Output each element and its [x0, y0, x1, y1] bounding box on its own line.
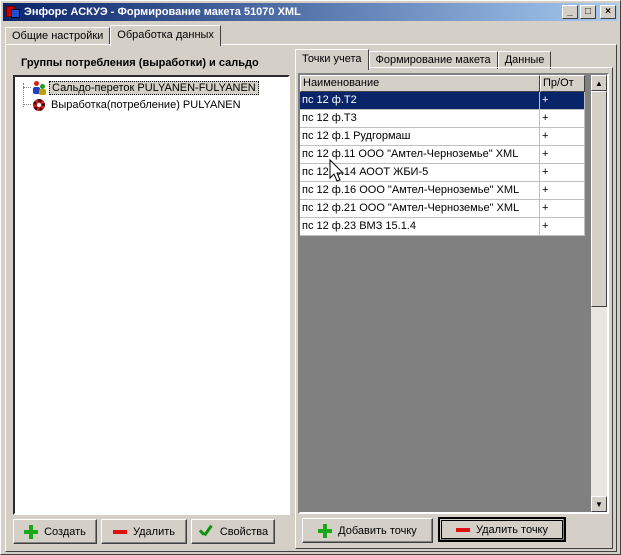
tree-item-saldo[interactable]: Сальдо-переток PULYANEN-FULYANEN: [31, 80, 259, 96]
mouse-cursor-icon: [329, 159, 345, 182]
scroll-down-button[interactable]: ▼: [591, 496, 607, 512]
cell-name: пс 12 ф.23 ВМЗ 15.1.4: [300, 218, 540, 236]
add-point-label: Добавить точку: [338, 524, 417, 537]
delete-point-label: Удалить точку: [475, 523, 548, 536]
create-button-label: Создать: [44, 525, 86, 538]
cell-direction: +: [540, 218, 585, 236]
app-icon: [5, 4, 21, 20]
window-title: Энфорс АСКУЭ - Формирование макета 51070…: [24, 6, 301, 18]
gear-icon: [31, 97, 47, 113]
column-header-direction[interactable]: Пр/От: [540, 75, 585, 92]
check-icon: [198, 524, 214, 540]
cell-direction: +: [540, 164, 585, 182]
minus-icon: [113, 529, 127, 534]
column-header-name[interactable]: Наименование: [300, 75, 540, 92]
cell-name: пс 12 ф.21 ООО "Амтел-Черноземье" XML: [300, 200, 540, 218]
minimize-button[interactable]: _: [562, 5, 578, 19]
table-row[interactable]: пс 12 ф.Т2 +: [300, 92, 591, 110]
grid-header: Наименование Пр/От: [300, 75, 591, 92]
tree-connector: [23, 87, 31, 88]
groups-tree[interactable]: Сальдо-переток PULYANEN-FULYANEN Выработ…: [13, 75, 290, 515]
table-row[interactable]: пс 12 ф.21 ООО "Амтел-Черноземье" XML +: [300, 200, 591, 218]
main-window: Энфорс АСКУЭ - Формирование макета 51070…: [0, 0, 621, 555]
add-point-button[interactable]: Добавить точку: [302, 518, 433, 543]
tree-connector: [23, 104, 31, 105]
plus-icon: [318, 523, 333, 538]
scroll-thumb[interactable]: [591, 91, 607, 307]
close-button[interactable]: ×: [600, 5, 616, 19]
create-button[interactable]: Создать: [13, 519, 97, 544]
groups-panel-title: Группы потребления (выработки) и сальдо: [21, 57, 259, 69]
cell-direction: +: [540, 110, 585, 128]
cell-name: пс 12 ф.Т3: [300, 110, 540, 128]
cell-direction: +: [540, 92, 585, 110]
grid-body: Наименование Пр/От пс 12 ф.Т2 + пс 12 ф.…: [300, 75, 591, 512]
plus-icon: [24, 524, 39, 539]
maximize-button[interactable]: □: [580, 5, 596, 19]
delete-point-button[interactable]: Удалить точку: [438, 517, 566, 542]
table-row[interactable]: пс 12 ф.Т3 +: [300, 110, 591, 128]
cell-name: пс 12 ф.Т2: [300, 92, 540, 110]
tree-item-generation[interactable]: Выработка(потребление) PULYANEN: [31, 97, 243, 113]
properties-button[interactable]: Свойства: [191, 519, 275, 544]
cell-name: пс 12 ф.1 Рудгормаш: [300, 128, 540, 146]
main-tabs: Общие настройки Обработка данных: [5, 25, 221, 46]
properties-button-label: Свойства: [219, 525, 269, 538]
minus-icon: [455, 527, 470, 532]
cell-direction: +: [540, 128, 585, 146]
points-grid[interactable]: Наименование Пр/От пс 12 ф.Т2 + пс 12 ф.…: [298, 73, 609, 514]
cell-direction: +: [540, 182, 585, 200]
tab-metering-points[interactable]: Точки учета: [295, 49, 369, 70]
delete-button-label: Удалить: [133, 525, 175, 538]
cell-direction: +: [540, 200, 585, 218]
scroll-up-button[interactable]: ▲: [591, 75, 607, 91]
tab-general-settings[interactable]: Общие настройки: [5, 27, 111, 45]
cell-direction: +: [540, 146, 585, 164]
title-bar[interactable]: Энфорс АСКУЭ - Формирование макета 51070…: [3, 3, 618, 21]
tab-data-processing[interactable]: Обработка данных: [110, 25, 221, 46]
group-people-icon: [31, 80, 47, 96]
vertical-scrollbar[interactable]: ▲ ▼: [591, 75, 607, 512]
delete-group-button[interactable]: Удалить: [101, 519, 187, 544]
tree-item-label: Выработка(потребление) PULYANEN: [51, 99, 241, 111]
table-row[interactable]: пс 12 ф.1 Рудгормаш +: [300, 128, 591, 146]
tree-item-label: Сальдо-переток PULYANEN-FULYANEN: [49, 81, 259, 95]
table-row[interactable]: пс 12 ф.23 ВМЗ 15.1.4 +: [300, 218, 591, 236]
points-tabs: Точки учета Формирование макета Данные: [295, 49, 552, 70]
